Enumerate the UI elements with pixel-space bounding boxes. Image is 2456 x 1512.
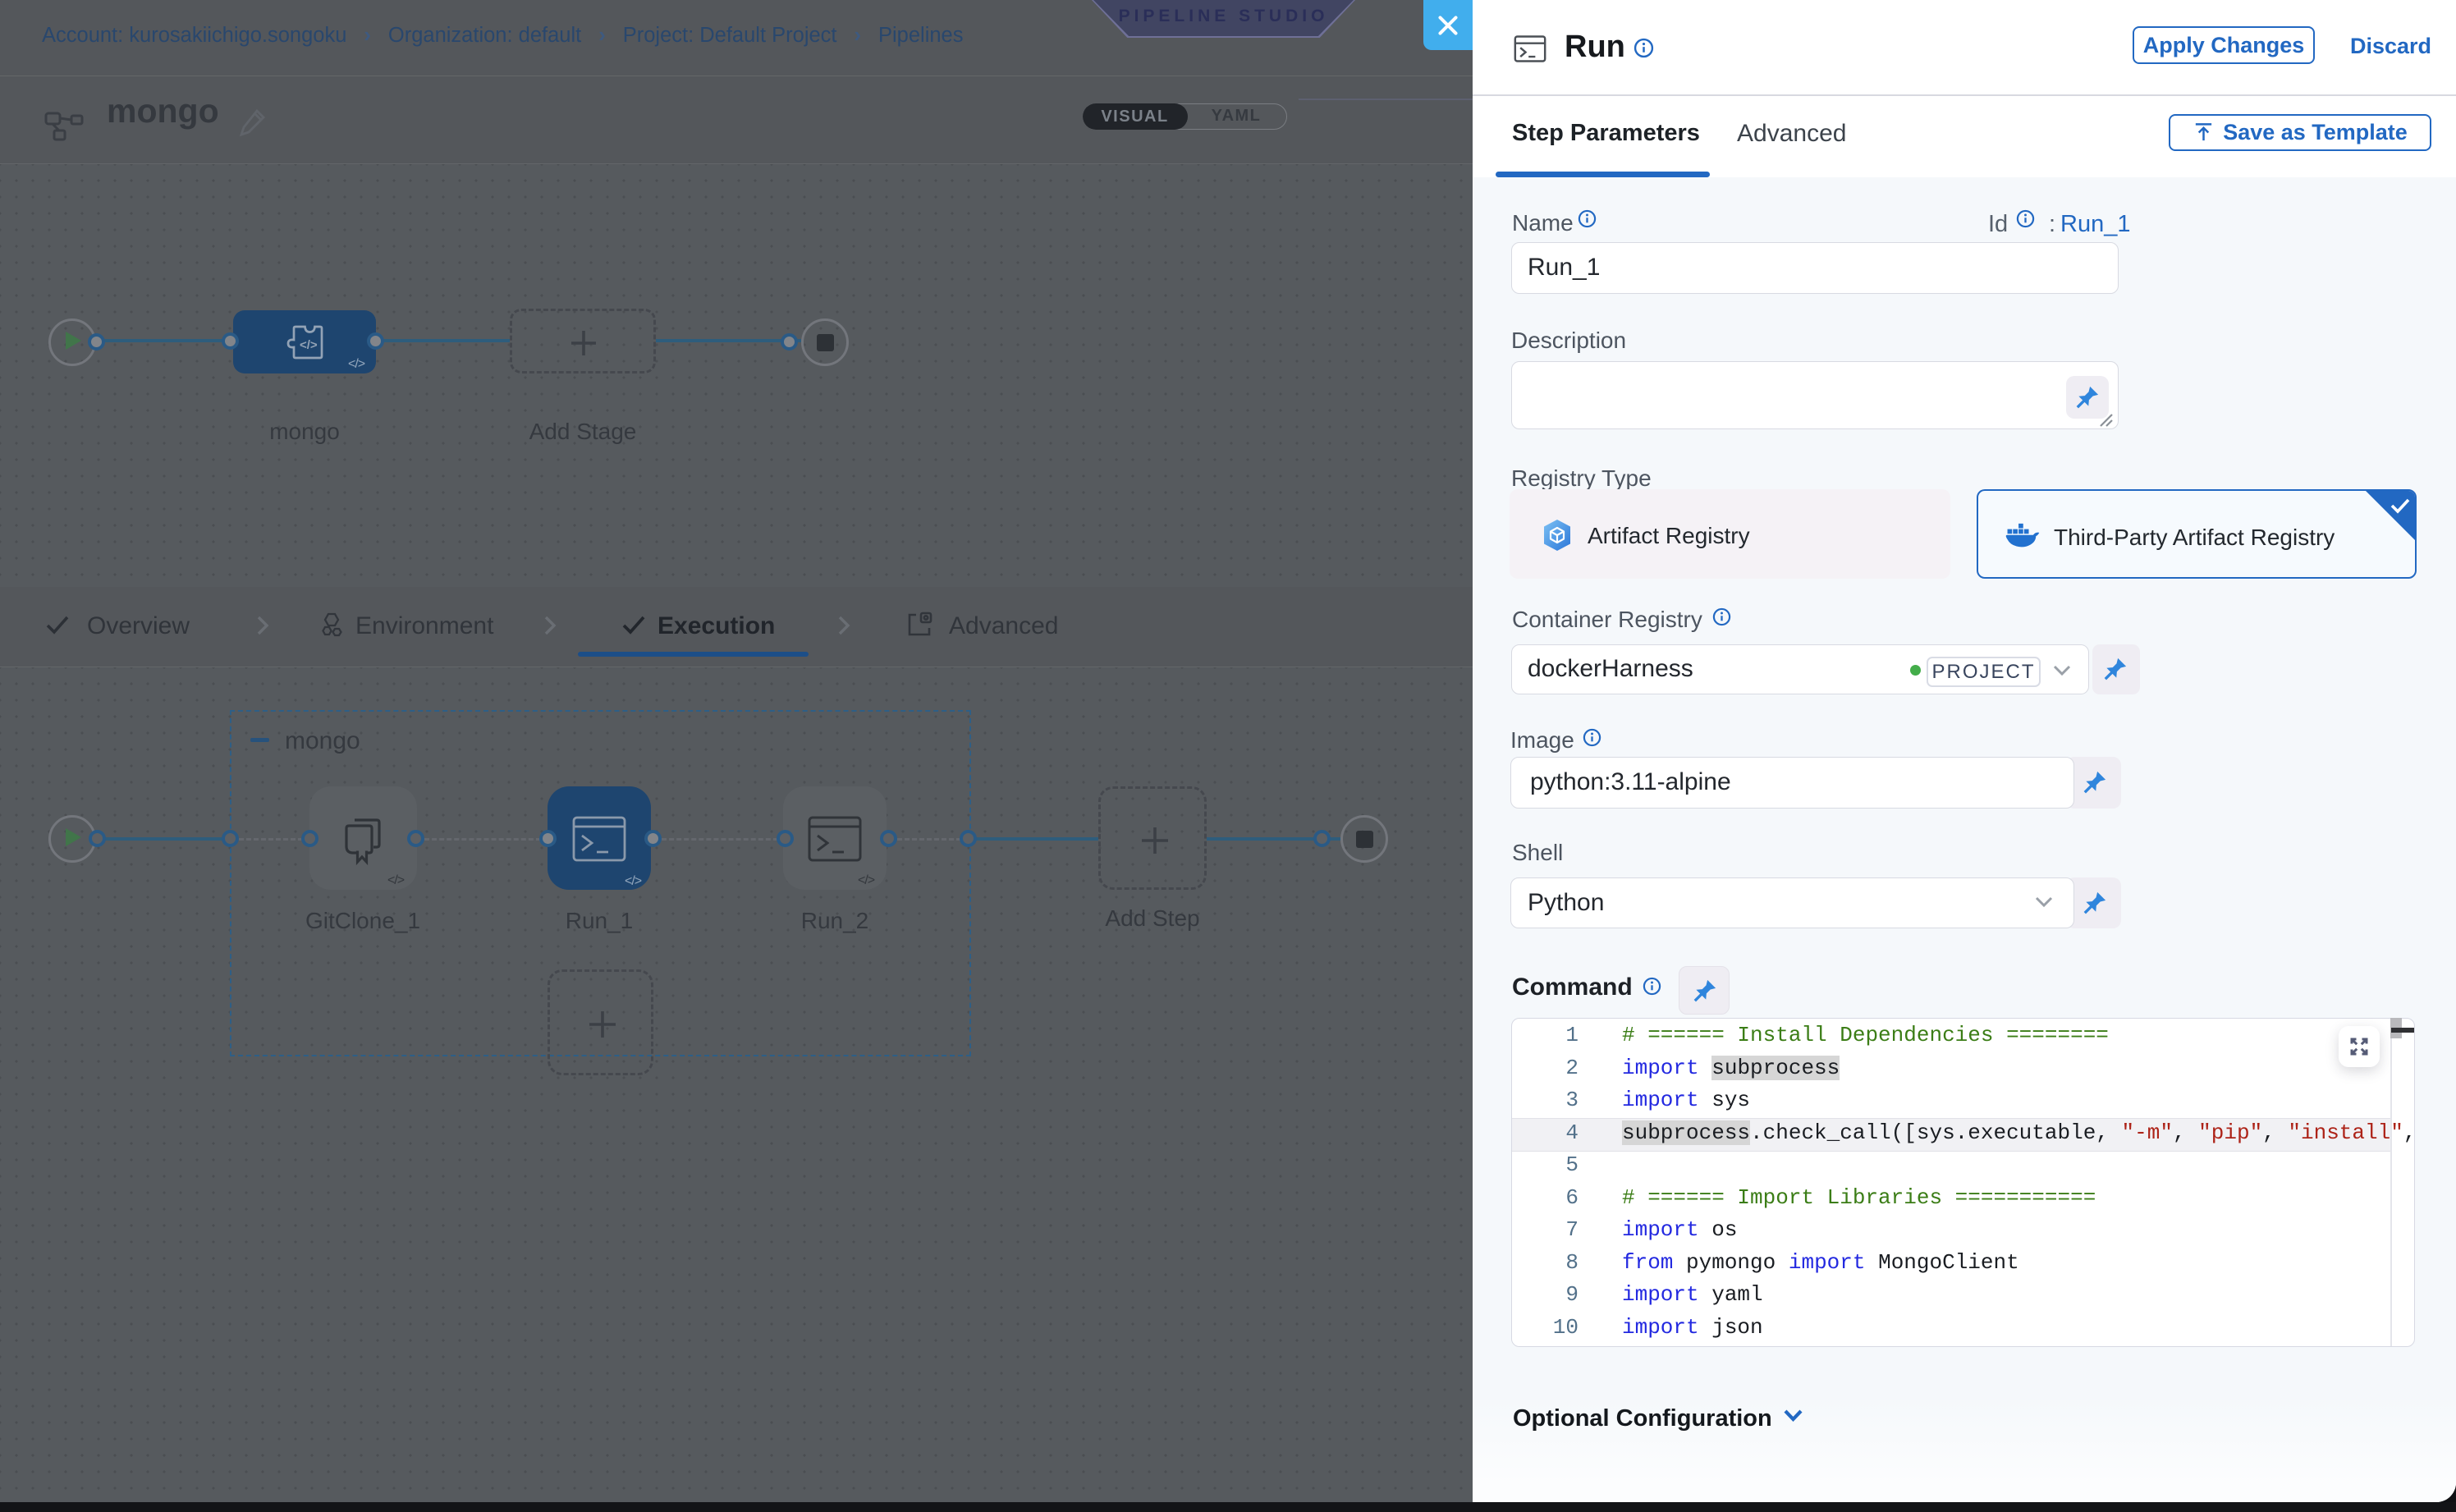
- svg-text:</>: </>: [300, 338, 318, 352]
